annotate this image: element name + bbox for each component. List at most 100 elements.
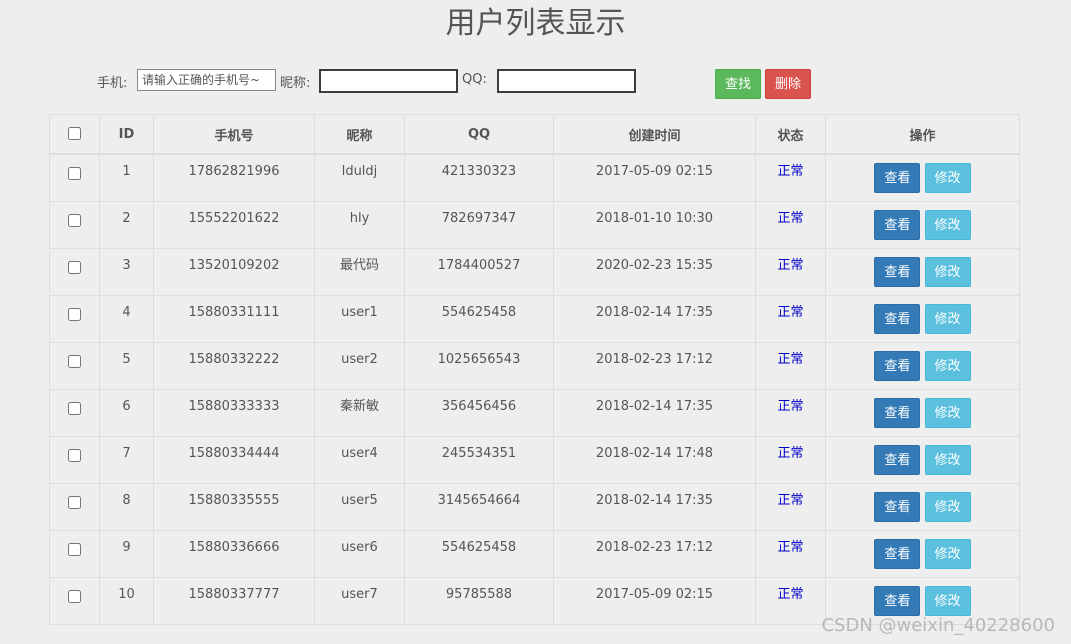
row-select-cell <box>49 389 100 437</box>
cell-phone: 15880333333 <box>153 389 315 437</box>
cell-nickname: 秦新敏 <box>314 389 405 437</box>
table-row: 3 13520109202 最代码 1784400527 2020-02-23 15:3… <box>49 248 1020 296</box>
table-row: 1 17862821996 lduldj 421330323 2017-05-09 02… <box>49 153 1020 202</box>
edit-button[interactable]: 修改 <box>924 304 971 334</box>
view-button[interactable]: 查看 <box>874 210 921 240</box>
phone-search-input[interactable] <box>137 69 276 91</box>
header-phone: 手机号 <box>153 114 315 155</box>
select-all-checkbox[interactable] <box>68 126 81 140</box>
header-qq: QQ <box>404 114 554 155</box>
row-checkbox[interactable] <box>68 590 81 603</box>
delete-button[interactable]: 删除 <box>765 69 811 99</box>
cell-id-text: 5 <box>122 352 131 367</box>
view-button[interactable]: 查看 <box>874 539 921 569</box>
edit-button[interactable]: 修改 <box>924 351 971 381</box>
cell-created-text: 2017-05-09 02:15 <box>595 587 714 602</box>
view-button[interactable]: 查看 <box>874 304 921 334</box>
view-button[interactable]: 查看 <box>874 257 921 287</box>
row-checkbox[interactable] <box>68 543 81 556</box>
cell-qq-text: 1784400527 <box>437 258 521 273</box>
cell-created: 2020-02-23 15:35 <box>553 248 756 296</box>
cell-qq: 554625458 <box>404 295 554 343</box>
view-button[interactable]: 查看 <box>874 351 921 381</box>
view-button[interactable]: 查看 <box>874 445 921 475</box>
nickname-label: 昵称: <box>280 76 311 91</box>
header-actions: 操作 <box>825 114 1020 155</box>
edit-button[interactable]: 修改 <box>924 398 971 428</box>
cell-nickname-text: lduldj <box>341 164 378 179</box>
cell-id: 4 <box>99 295 154 343</box>
cell-qq-text: 554625458 <box>441 305 517 320</box>
cell-created-text: 2018-02-14 17:35 <box>595 399 714 414</box>
view-button[interactable]: 查看 <box>874 163 921 193</box>
cell-actions: 查看 修改 <box>825 436 1020 484</box>
edit-button[interactable]: 修改 <box>924 539 971 569</box>
header-nickname: 昵称 <box>314 114 405 155</box>
edit-button[interactable]: 修改 <box>924 210 971 240</box>
row-select-cell <box>49 436 100 484</box>
cell-phone: 15880334444 <box>153 436 315 484</box>
cell-qq-text: 95785588 <box>445 587 513 602</box>
status-text: 正常 <box>777 399 804 414</box>
view-button[interactable]: 查看 <box>874 586 921 616</box>
status-text: 正常 <box>777 305 804 320</box>
cell-phone: 15880331111 <box>153 295 315 343</box>
header-select-all <box>49 114 100 155</box>
view-button[interactable]: 查看 <box>874 492 921 522</box>
cell-created-text: 2018-01-10 10:30 <box>595 211 714 226</box>
cell-id: 5 <box>99 342 154 390</box>
edit-button[interactable]: 修改 <box>924 257 971 287</box>
edit-button[interactable]: 修改 <box>924 445 971 475</box>
cell-qq-text: 1025656543 <box>437 352 521 367</box>
cell-id: 7 <box>99 436 154 484</box>
cell-nickname: hly <box>314 201 405 249</box>
cell-id-text: 2 <box>122 211 131 226</box>
cell-created-text: 2020-02-23 15:35 <box>595 258 714 273</box>
row-checkbox[interactable] <box>68 402 81 415</box>
cell-id: 3 <box>99 248 154 296</box>
nickname-search-input[interactable] <box>319 69 458 93</box>
cell-nickname: user6 <box>314 530 405 578</box>
row-checkbox[interactable] <box>68 449 81 462</box>
cell-status: 正常 <box>755 153 826 202</box>
row-checkbox[interactable] <box>68 308 81 321</box>
row-select-cell <box>49 577 100 625</box>
row-checkbox[interactable] <box>68 167 81 180</box>
status-text: 正常 <box>777 211 804 226</box>
cell-phone-text: 15880337777 <box>188 587 280 602</box>
edit-button[interactable]: 修改 <box>924 163 971 193</box>
cell-phone-text: 13520109202 <box>188 258 280 273</box>
header-status: 状态 <box>755 114 826 155</box>
status-text: 正常 <box>777 587 804 602</box>
cell-qq: 1025656543 <box>404 342 554 390</box>
row-select-cell <box>49 483 100 531</box>
row-checkbox[interactable] <box>68 261 81 274</box>
edit-button[interactable]: 修改 <box>924 586 971 616</box>
cell-id-text: 10 <box>118 587 135 602</box>
cell-id-text: 4 <box>122 305 131 320</box>
qq-search-input[interactable] <box>497 69 636 93</box>
cell-status: 正常 <box>755 201 826 249</box>
search-bar: 手机: 昵称: QQ: <box>0 69 1071 93</box>
cell-created: 2018-02-14 17:35 <box>553 483 756 531</box>
qq-label: QQ: <box>462 72 487 87</box>
cell-actions: 查看 修改 <box>825 295 1020 343</box>
cell-created-text: 2018-02-23 17:12 <box>595 352 714 367</box>
cell-nickname: user2 <box>314 342 405 390</box>
cell-id: 1 <box>99 153 154 202</box>
row-select-cell <box>49 295 100 343</box>
edit-button[interactable]: 修改 <box>924 492 971 522</box>
row-checkbox[interactable] <box>68 496 81 509</box>
table-row: 2 15552201622 hly 782697347 2018-01-10 10:30… <box>49 201 1020 249</box>
cell-status: 正常 <box>755 295 826 343</box>
row-checkbox[interactable] <box>68 214 81 227</box>
row-select-cell <box>49 530 100 578</box>
cell-created: 2017-05-09 02:15 <box>553 153 756 202</box>
search-button[interactable]: 查找 <box>715 69 761 99</box>
cell-status: 正常 <box>755 248 826 296</box>
cell-qq: 356456456 <box>404 389 554 437</box>
cell-phone-text: 17862821996 <box>188 164 280 179</box>
cell-nickname-text: user2 <box>341 352 378 367</box>
row-checkbox[interactable] <box>68 355 81 368</box>
view-button[interactable]: 查看 <box>874 398 921 428</box>
